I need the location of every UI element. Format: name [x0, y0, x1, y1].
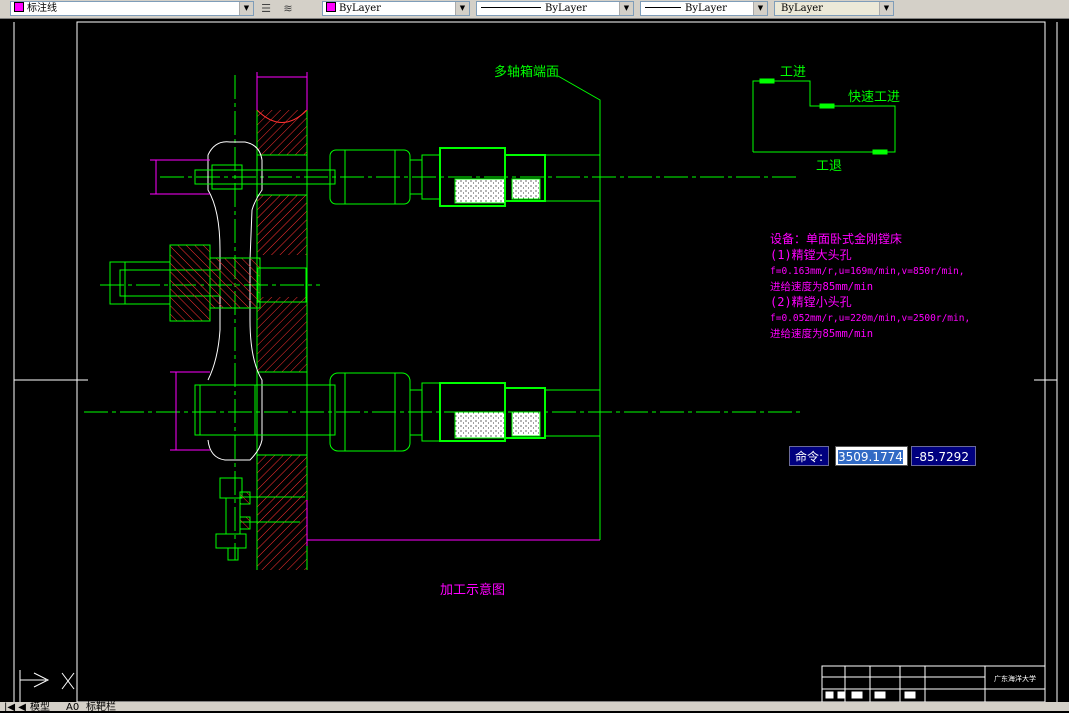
title-block-school: 广东海洋大学 — [994, 674, 1036, 683]
feed-work-label: 工进 — [780, 65, 806, 80]
drawing-caption: 加工示意图 — [440, 582, 505, 598]
tab-layout-a0[interactable]: A0 — [66, 703, 79, 713]
layer-stack-icon[interactable]: ☰ — [258, 1, 274, 16]
linetype-preview — [481, 7, 541, 8]
feed-return-label: 工退 — [816, 159, 842, 174]
properties-toolbar: 标注线 ▼ ☰ ≋ ByLayer ▼ ByLayer ▼ ByLayer ▼ … — [0, 0, 1069, 19]
lower-spindle — [194, 372, 601, 452]
lineweight-control-label: ByLayer — [685, 3, 727, 14]
lineweight-preview — [645, 7, 681, 8]
command-prompt-label: 命令: — [789, 446, 829, 466]
gearbox-face — [557, 75, 601, 540]
linetype-control-dropdown[interactable]: ByLayer ▼ — [476, 1, 634, 16]
chevron-down-icon[interactable]: ▼ — [455, 2, 469, 15]
coordinate-x-value: 3509.1774 — [838, 450, 903, 464]
plotstyle-control-dropdown[interactable]: ByLayer ▼ — [774, 1, 894, 16]
color-swatch — [326, 2, 336, 12]
lineweight-control-dropdown[interactable]: ByLayer ▼ — [640, 1, 768, 16]
note-line: f=0.052mm/r,u=220m/min,v=2500r/min, — [770, 313, 970, 324]
dimstyle-dropdown[interactable]: 标注线 ▼ — [10, 1, 254, 16]
sheet-border — [13, 21, 1058, 702]
color-control-label: ByLayer — [339, 3, 381, 14]
chevron-down-icon[interactable]: ▼ — [619, 2, 633, 15]
note-line: 设备：单面卧式金刚镗床 — [770, 231, 902, 246]
layout-tab-bar — [0, 702, 1069, 711]
tab-layout-title[interactable]: 标靶栏 — [86, 703, 116, 713]
feed-fast-label: 快速工进 — [848, 90, 900, 105]
coordinate-y-input[interactable]: -85.7292 — [911, 446, 976, 466]
note-line: 进给速度为85mm/min — [770, 327, 873, 340]
note-line: 进给速度为85mm/min — [770, 280, 873, 293]
linetype-control-label: ByLayer — [545, 3, 587, 14]
chevron-down-icon[interactable]: ▼ — [239, 2, 253, 15]
plotstyle-control-label: ByLayer — [781, 3, 823, 14]
drawing-canvas[interactable]: 多轴箱端面 工进 快速工进 工退 加工示意图 广东海洋大学 设备：单面卧式金刚镗… — [0, 19, 1069, 702]
note-line: f=0.163mm/r,u=169m/min,v=850r/min, — [770, 266, 964, 277]
note-line: (1)精镗大头孔 — [770, 248, 852, 262]
chevron-down-icon[interactable]: ▼ — [753, 2, 767, 15]
dimstyle-name: 标注线 — [27, 3, 57, 14]
tab-model[interactable]: 模型 — [30, 703, 50, 713]
tab-nav-arrows[interactable]: |◀ ◀ — [4, 703, 26, 713]
dimension-lines — [150, 72, 600, 546]
ucs-icon — [19, 670, 75, 702]
coordinate-x-input[interactable]: 3509.1774 — [835, 446, 908, 466]
layer-states-icon[interactable]: ≋ — [280, 1, 296, 16]
color-control-dropdown[interactable]: ByLayer ▼ — [322, 1, 470, 16]
dimstyle-color-swatch — [14, 2, 24, 12]
machining-notes: 设备：单面卧式金刚镗床 (1)精镗大头孔 f=0.163mm/r,u=169m/… — [770, 231, 970, 340]
note-line: (2)精镗小头孔 — [770, 295, 852, 309]
title-block — [821, 665, 1046, 702]
chevron-down-icon[interactable]: ▼ — [879, 2, 893, 15]
gearbox-face-label: 多轴箱端面 — [494, 64, 559, 80]
